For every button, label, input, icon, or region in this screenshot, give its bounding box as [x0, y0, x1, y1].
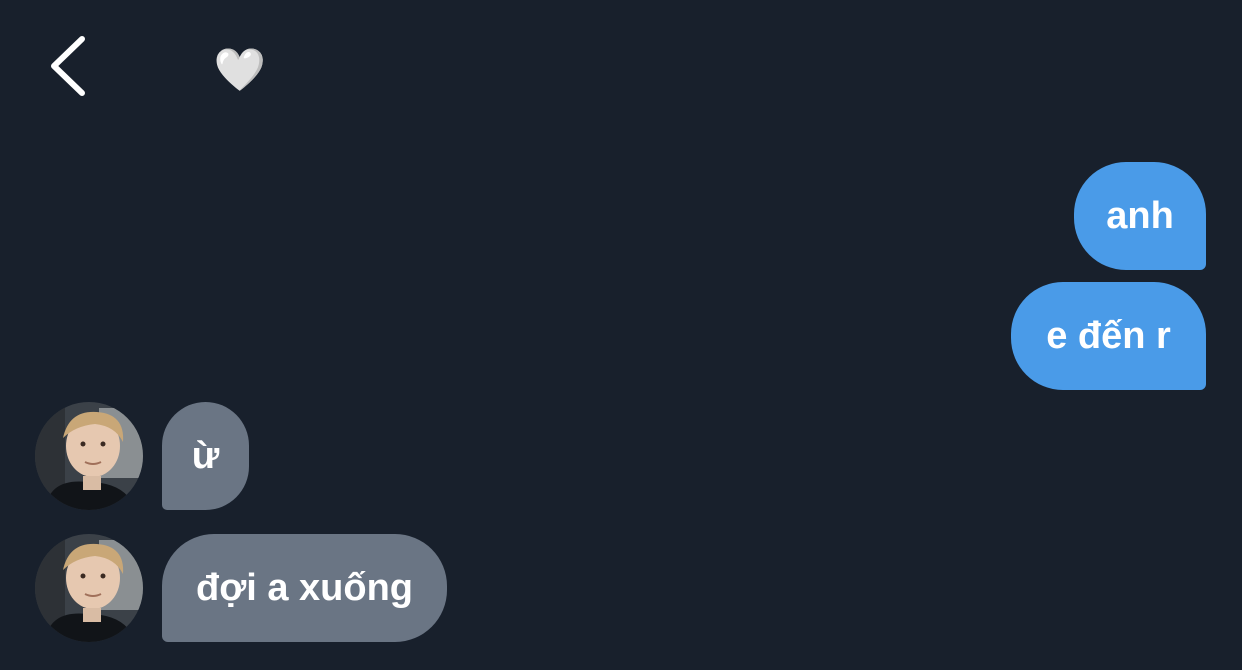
chat-screen: 🤍 anh e đến r ừ đợi a xuống [0, 0, 1242, 670]
chevron-left-icon [51, 36, 85, 96]
message-bubble-incoming[interactable]: ừ [162, 402, 249, 510]
avatar-image [35, 402, 143, 510]
message-bubble-incoming[interactable]: đợi a xuống [162, 534, 447, 642]
message-text: e đến r [1046, 314, 1171, 357]
message-text: ừ [191, 434, 220, 477]
white-heart-icon: 🤍 [213, 46, 267, 93]
avatar-image [35, 534, 143, 642]
chat-header: 🤍 [0, 0, 1242, 130]
avatar[interactable] [35, 402, 143, 510]
message-bubble-outgoing[interactable]: anh [1074, 162, 1206, 270]
message-bubble-outgoing[interactable]: e đến r [1011, 282, 1206, 390]
avatar[interactable] [35, 534, 143, 642]
back-button[interactable] [36, 28, 96, 104]
message-text: anh [1106, 194, 1174, 237]
chat-title[interactable]: 🤍 [214, 44, 266, 96]
message-text: đợi a xuống [195, 566, 413, 609]
